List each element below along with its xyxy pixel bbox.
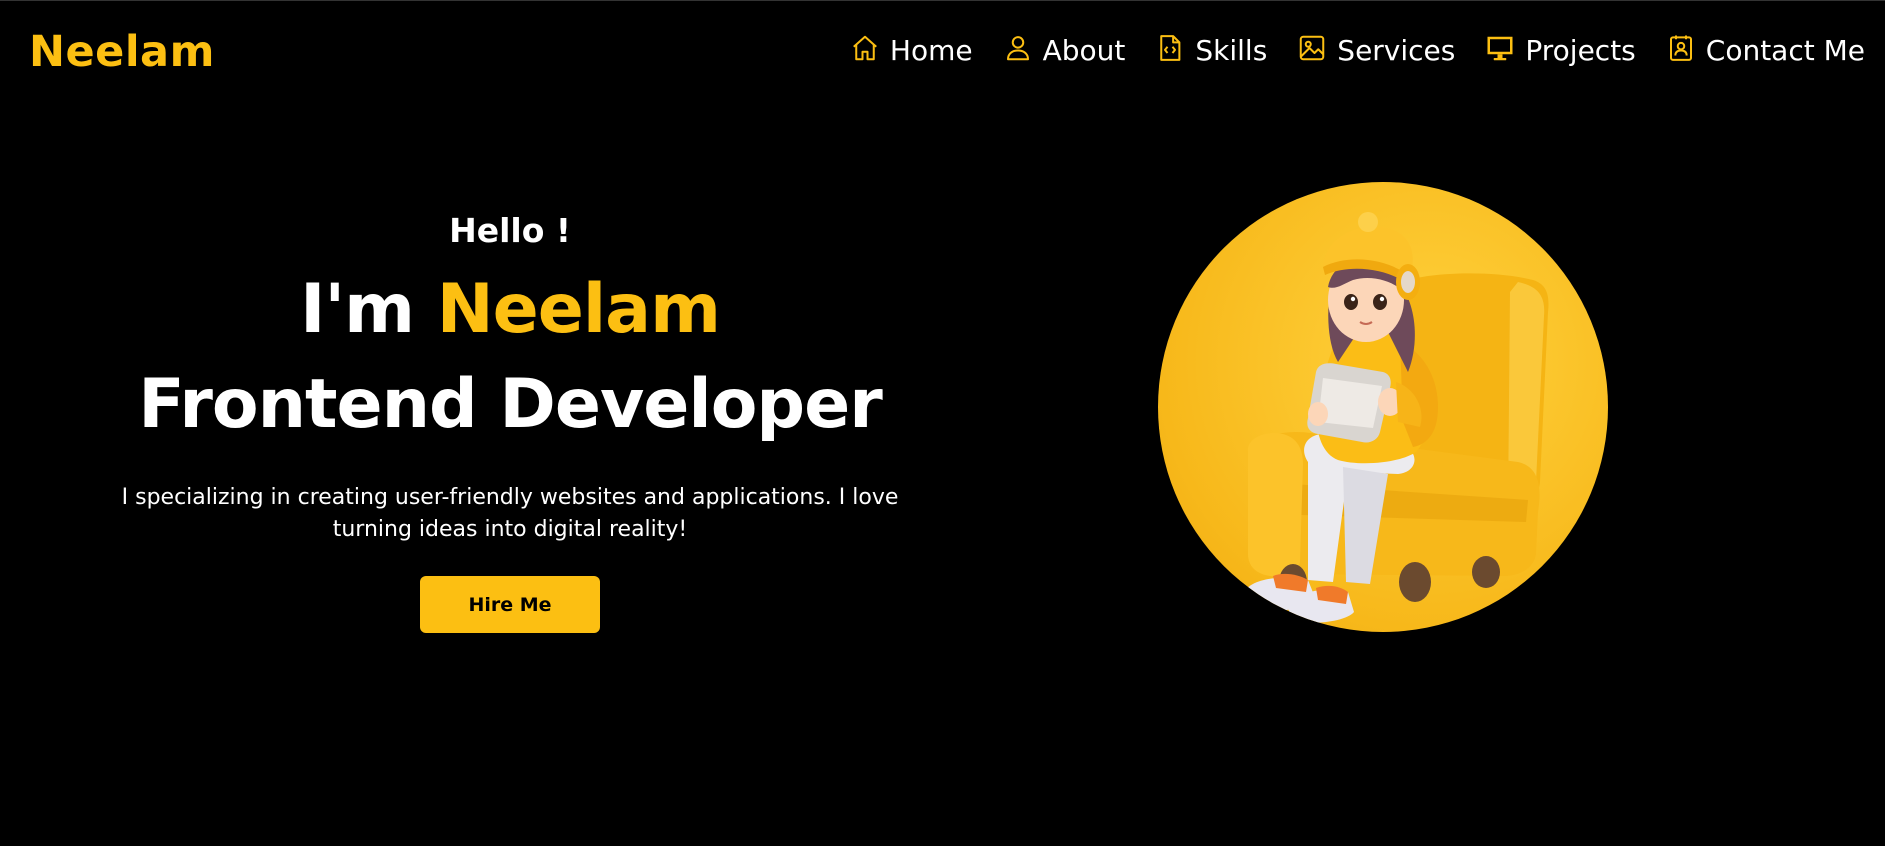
hire-me-button[interactable]: Hire Me — [420, 575, 600, 633]
nav-item-projects[interactable]: Projects — [1485, 33, 1636, 67]
image-icon — [1297, 33, 1327, 63]
nav-item-services[interactable]: Services — [1297, 34, 1455, 67]
code-file-icon — [1155, 33, 1185, 63]
contact-card-icon — [1666, 33, 1696, 63]
logo[interactable]: Neelam — [29, 27, 215, 77]
home-icon — [850, 33, 880, 63]
hero-role: Frontend Developer — [138, 364, 883, 444]
hero-greeting: Hello ! — [449, 211, 571, 250]
nav-item-skills[interactable]: Skills — [1155, 34, 1267, 67]
page: Neelam Home About Skills Services Projec… — [0, 0, 1885, 846]
main-nav: Home About Skills Services Projects Cont… — [820, 34, 1865, 67]
hero-name-line: I'm Neelam — [70, 270, 950, 349]
hero-intro: I specializing in creating user-friendly… — [121, 484, 899, 542]
hero-illustration — [1158, 182, 1608, 632]
hero-name-prefix: I'm — [300, 270, 437, 349]
monitor-icon — [1485, 33, 1515, 63]
nav-item-label: Services — [1337, 34, 1456, 67]
nav-item-home[interactable]: Home — [850, 34, 973, 67]
nav-item-label: Contact Me — [1705, 34, 1865, 67]
nav-item-about[interactable]: About — [1003, 33, 1126, 67]
hero-text: Hello ! I'm Neelam Frontend Developer I … — [70, 211, 950, 633]
user-icon — [1003, 33, 1033, 63]
nav-item-label: Skills — [1195, 34, 1268, 67]
nav-item-label: Home — [889, 34, 973, 67]
nav-item-contact[interactable]: Contact Me — [1666, 34, 1865, 67]
hero-name: Neelam — [436, 270, 721, 349]
nav-item-label: Projects — [1525, 34, 1636, 67]
nav-item-label: About — [1042, 34, 1126, 67]
